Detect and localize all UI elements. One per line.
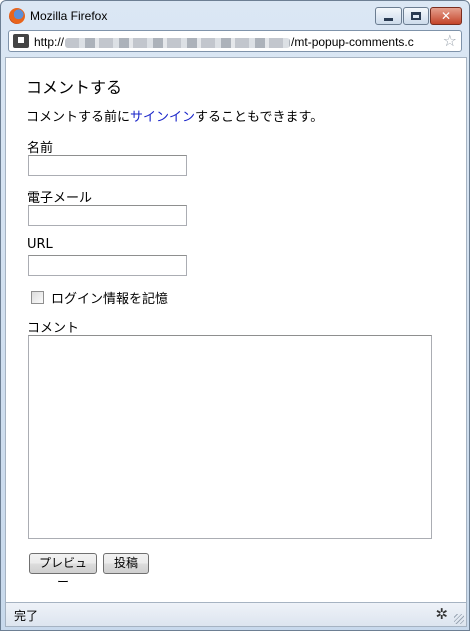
url-suffix: /mt-popup-comments.c — [291, 35, 414, 49]
bug-icon[interactable]: ✲ — [435, 605, 448, 623]
close-icon: ✕ — [440, 9, 452, 23]
url-text[interactable]: http:// /mt-popup-comments.c — [34, 35, 414, 49]
comment-label: コメント — [27, 321, 80, 336]
url-redacted-host — [65, 37, 291, 48]
maximize-button[interactable] — [403, 7, 429, 25]
remember-label: ログイン情報を記憶 — [51, 292, 169, 307]
page-content: コメントする コメントする前にサインインすることもできます。 名前 電子メール … — [5, 57, 467, 603]
minimize-button[interactable] — [375, 7, 402, 25]
site-favicon-icon — [13, 34, 29, 48]
intro-before: コメントする前に — [26, 110, 131, 125]
preview-button[interactable]: プレビュー — [29, 553, 97, 589]
title-bar[interactable]: Mozilla Firefox ✕ — [1, 1, 469, 31]
signin-intro: コメントする前にサインインすることもできます。 — [26, 106, 323, 125]
url-label: URL — [27, 237, 53, 252]
resize-grip-icon[interactable] — [454, 614, 464, 624]
name-field[interactable] — [28, 155, 187, 176]
post-button[interactable]: 投稿 — [103, 553, 149, 574]
close-button[interactable]: ✕ — [430, 7, 462, 25]
minimize-icon — [384, 17, 393, 21]
browser-window: Mozilla Firefox ✕ http:// /mt-popup-comme… — [0, 0, 470, 631]
status-text: 完了 — [14, 609, 39, 623]
status-bar: 完了 ✲ — [5, 603, 467, 627]
email-label: 電子メール — [27, 191, 93, 206]
star-icon[interactable]: ☆ — [443, 32, 457, 50]
signin-link[interactable]: サインイン — [130, 110, 195, 125]
remember-login[interactable]: ログイン情報を記憶 — [31, 288, 168, 307]
firefox-icon — [9, 8, 25, 24]
address-bar[interactable]: http:// /mt-popup-comments.c ☆ — [8, 30, 462, 52]
email-field[interactable] — [28, 205, 187, 226]
intro-after: することもできます。 — [195, 110, 324, 125]
window-title: Mozilla Firefox — [30, 9, 108, 23]
url-prefix: http:// — [34, 35, 65, 49]
comment-textarea[interactable] — [28, 335, 432, 539]
maximize-icon — [411, 12, 421, 20]
remember-checkbox[interactable] — [31, 291, 44, 304]
name-label: 名前 — [27, 141, 54, 156]
url-field[interactable] — [28, 255, 187, 276]
page-title: コメントする — [26, 78, 123, 97]
